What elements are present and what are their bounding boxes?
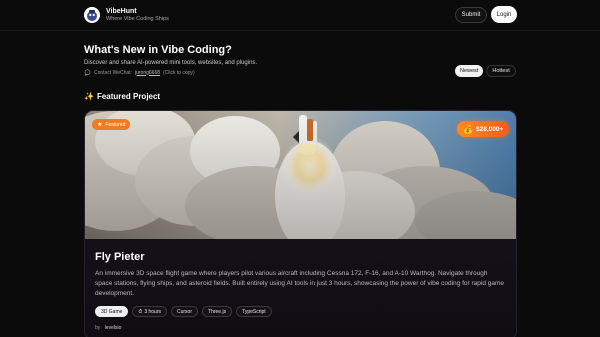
vibehunt-logo-icon: [84, 7, 100, 23]
project-description: An immersive 3D space flight game where …: [95, 270, 505, 297]
login-button[interactable]: Login: [491, 6, 517, 23]
page-title: What's New in Vibe Coding?: [84, 44, 232, 56]
app-name: VibeHunt: [106, 7, 137, 15]
wechat-id[interactable]: jurong6668: [135, 70, 160, 76]
author-name[interactable]: levelsio: [105, 325, 122, 331]
project-tags: 3D Game ⏱ 3 hours Cursor Three.js TypeSc…: [95, 306, 276, 317]
price-badge: 💰 $28,000+: [457, 121, 510, 137]
sort-hottest-button[interactable]: Hottest: [486, 65, 516, 77]
tag-duration[interactable]: ⏱ 3 hours: [132, 306, 167, 317]
stopwatch-icon: ⏱: [138, 308, 143, 315]
money-bag-icon: 💰: [463, 124, 473, 134]
sort-newest-button[interactable]: Newest: [455, 65, 484, 77]
project-author: by levelsio: [95, 325, 121, 331]
tag-threejs[interactable]: Three.js: [202, 306, 233, 317]
brand[interactable]: VibeHunt Where Vibe Coding Ships: [84, 7, 169, 23]
featured-badge-label: Featured: [105, 121, 126, 128]
featured-project-card[interactable]: ★ Featured 💰 $28,000+ Fly Pieter An imme…: [84, 110, 517, 337]
copy-hint: (Click to copy): [163, 69, 195, 76]
header-divider: [0, 30, 600, 31]
tag-category[interactable]: 3D Game: [95, 306, 129, 317]
project-hero-image: [85, 111, 516, 239]
author-prefix: by: [95, 325, 101, 331]
project-title[interactable]: Fly Pieter: [95, 251, 145, 263]
tag-duration-label: 3 hours: [144, 308, 161, 315]
price-value: $28,000+: [475, 125, 504, 133]
contact-wechat[interactable]: Contact WeChat: jurong6668 (Click to cop…: [84, 69, 195, 76]
contact-label: Contact WeChat:: [94, 69, 132, 76]
featured-section-heading: ✨ Featured Project: [84, 92, 160, 101]
chat-bubble-icon: [84, 69, 91, 76]
sparkles-icon: ✨: [84, 92, 94, 101]
tag-typescript[interactable]: TypeScript: [236, 306, 272, 317]
tag-cursor[interactable]: Cursor: [171, 306, 199, 317]
top-navigation-bar: VibeHunt Where Vibe Coding Ships Submit …: [0, 0, 600, 30]
submit-button[interactable]: Submit: [455, 7, 487, 23]
app-tagline: Where Vibe Coding Ships: [106, 15, 169, 22]
featured-badge: ★ Featured: [92, 119, 131, 130]
sort-toggle: Newest Hottest: [455, 65, 516, 77]
featured-section-title: Featured Project: [96, 92, 161, 101]
star-icon: ★: [97, 122, 103, 128]
page-subtitle: Discover and share AI-powered mini tools…: [84, 60, 258, 66]
